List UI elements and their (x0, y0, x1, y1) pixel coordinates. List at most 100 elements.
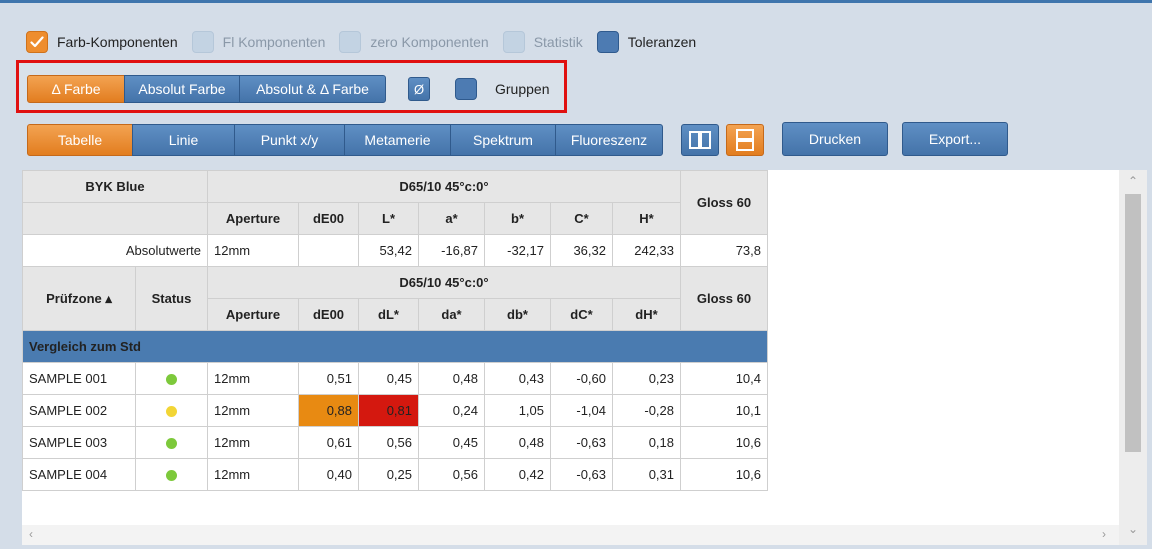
col-status[interactable]: Status (135, 266, 208, 331)
cell-a: -16,87 (418, 234, 485, 267)
checkbox-farb-komponenten[interactable]: Farb-Komponenten (26, 31, 178, 53)
split-vertical-icon[interactable] (681, 124, 719, 156)
cell-db: 0,43 (484, 362, 551, 395)
checkbox-label: Statistik (533, 34, 583, 50)
tab-linie[interactable]: Linie (132, 124, 235, 156)
vertical-scrollbar[interactable]: ⌃ ⌄ (1119, 170, 1147, 545)
mode-absolut-farbe-button[interactable]: Absolut Farbe (124, 75, 240, 103)
tab-tabelle[interactable]: Tabelle (27, 124, 133, 156)
checkbox-box[interactable] (191, 31, 214, 53)
cell-de-warning: 0,88 (298, 394, 359, 427)
scroll-thumb[interactable] (1125, 194, 1141, 452)
export-button[interactable]: Export... (902, 122, 1008, 156)
gloss-header-2: Gloss 60 (680, 266, 768, 331)
scroll-right-icon[interactable]: › (1097, 527, 1111, 541)
blank-header (22, 202, 208, 235)
col-de: dE00 (298, 202, 359, 235)
group-row[interactable]: Vergleich zum Std (22, 330, 768, 363)
cell-da: 0,48 (418, 362, 485, 395)
cell-c: 36,32 (550, 234, 613, 267)
table-row[interactable]: SAMPLE 003 12mm 0,61 0,56 0,45 0,48 -0,6… (22, 426, 768, 459)
condition-header: D65/10 45°c:0° (207, 170, 681, 203)
cell-da: 0,24 (418, 394, 485, 427)
cell-dc: -0,60 (550, 362, 613, 395)
col-dc: dC* (550, 298, 613, 331)
checkbox-label: Toleranzen (627, 34, 697, 50)
tab-spektrum[interactable]: Spektrum (450, 124, 556, 156)
gruppen-label: Gruppen (495, 81, 550, 97)
tab-metamerie[interactable]: Metamerie (344, 124, 451, 156)
status-dot-icon (166, 438, 177, 450)
checkbox-label: Farb-Komponenten (57, 34, 178, 50)
col-db: db* (484, 298, 551, 331)
table-row[interactable]: SAMPLE 002 12mm 0,88 0,81 0,24 1,05 -1,0… (22, 394, 768, 427)
cell-aperture: 12mm (207, 394, 299, 427)
col-h: H* (612, 202, 681, 235)
status-dot-icon (166, 374, 177, 386)
drucken-button[interactable]: Drucken (782, 122, 888, 156)
status-cell (135, 426, 208, 459)
sample-name: SAMPLE 001 (22, 362, 136, 395)
mode-absolut-delta-button[interactable]: Absolut & Δ Farbe (239, 75, 386, 103)
mode-delta-farbe-button[interactable]: Δ Farbe (27, 75, 125, 103)
cell-dh: 0,31 (612, 458, 681, 491)
status-cell (135, 458, 208, 491)
cell-da: 0,56 (418, 458, 485, 491)
cell-db: 0,48 (484, 426, 551, 459)
cell-de: 0,61 (298, 426, 359, 459)
sample-name: SAMPLE 004 (22, 458, 136, 491)
cell-aperture: 12mm (207, 362, 299, 395)
col-aperture-2: Aperture (207, 298, 299, 331)
split-horizontal-icon[interactable] (726, 124, 764, 156)
tab-punkt[interactable]: Punkt x/y (234, 124, 345, 156)
cell-dc: -0,63 (550, 426, 613, 459)
status-cell (135, 362, 208, 395)
cell-gloss: 10,1 (680, 394, 768, 427)
checkbox-box[interactable] (339, 31, 362, 53)
checkbox-box[interactable] (596, 31, 619, 53)
checkbox-toleranzen[interactable]: Toleranzen (596, 31, 697, 53)
checkbox-statistik[interactable]: Statistik (502, 31, 583, 53)
average-button[interactable]: Ø (408, 77, 430, 101)
col-b: b* (484, 202, 551, 235)
cell-db: 1,05 (484, 394, 551, 427)
horizontal-scrollbar[interactable]: ‹ › (22, 525, 1119, 545)
component-options: Farb-Komponenten Fl Komponenten zero Kom… (26, 28, 710, 56)
scroll-down-icon[interactable]: ⌄ (1119, 522, 1147, 536)
checkbox-box[interactable] (502, 31, 525, 53)
col-dl: dL* (358, 298, 419, 331)
scroll-left-icon[interactable]: ‹ (24, 527, 38, 541)
cell-dl: 0,45 (358, 362, 419, 395)
standard-name: BYK Blue (22, 170, 208, 203)
cell-b: -32,17 (484, 234, 551, 267)
status-cell (135, 394, 208, 427)
col-dh: dH* (612, 298, 681, 331)
col-pruefzone[interactable]: Prüfzone ▴ (22, 266, 136, 331)
cell-dc: -1,04 (550, 394, 613, 427)
col-a: a* (418, 202, 485, 235)
table-row[interactable]: SAMPLE 001 12mm 0,51 0,45 0,48 0,43 -0,6… (22, 362, 768, 395)
cell-gloss: 10,6 (680, 426, 768, 459)
cell-gloss: 10,4 (680, 362, 768, 395)
row-label: Absolutwerte (22, 234, 208, 267)
cell-da: 0,45 (418, 426, 485, 459)
cell-gloss: 73,8 (680, 234, 768, 267)
sample-name: SAMPLE 002 (22, 394, 136, 427)
cell-dl-fail: 0,81 (358, 394, 419, 427)
tab-fluoreszenz[interactable]: Fluoreszenz (555, 124, 663, 156)
cell-aperture: 12mm (207, 458, 299, 491)
table-row[interactable]: SAMPLE 004 12mm 0,40 0,25 0,56 0,42 -0,6… (22, 458, 768, 491)
checkbox-fl-komponenten[interactable]: Fl Komponenten (191, 31, 325, 53)
col-de-2: dE00 (298, 298, 359, 331)
checkbox-zero-komponenten[interactable]: zero Komponenten (339, 31, 489, 53)
cell-de: 0,40 (298, 458, 359, 491)
cell-dh: -0,28 (612, 394, 681, 427)
cell-gloss: 10,6 (680, 458, 768, 491)
checkmark-icon[interactable] (26, 31, 48, 53)
cell-dl: 0,25 (358, 458, 419, 491)
scroll-up-icon[interactable]: ⌃ (1119, 174, 1147, 188)
gruppen-checkbox[interactable] (455, 78, 477, 100)
cell-db: 0,42 (484, 458, 551, 491)
cell-dh: 0,23 (612, 362, 681, 395)
absolute-row[interactable]: Absolutwerte 12mm 53,42 -16,87 -32,17 36… (22, 234, 768, 267)
